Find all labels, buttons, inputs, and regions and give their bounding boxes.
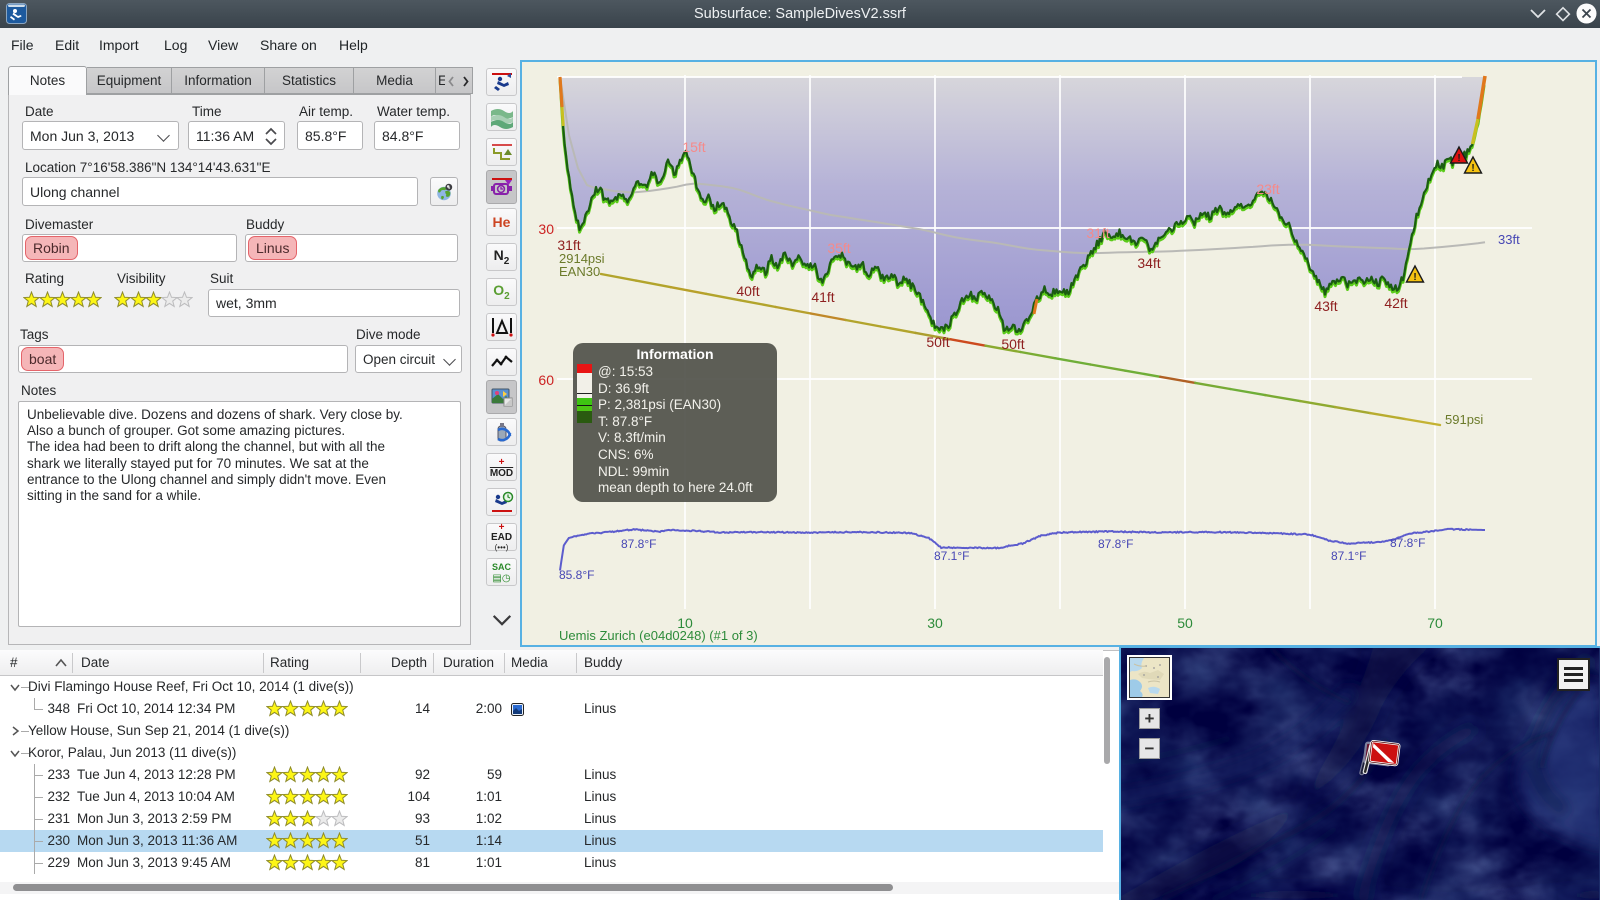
svg-text:31ft: 31ft	[1086, 225, 1109, 241]
svg-text:34ft: 34ft	[1137, 255, 1160, 271]
svg-text:50ft: 50ft	[926, 334, 949, 350]
svg-text:!: !	[1457, 153, 1460, 164]
svg-text:30: 30	[538, 221, 554, 237]
svg-text:!: !	[1413, 272, 1416, 283]
svg-text:33ft: 33ft	[1498, 232, 1520, 247]
svg-text:EAN30: EAN30	[559, 264, 600, 279]
svg-text:591psi: 591psi	[1445, 412, 1483, 427]
svg-text:60: 60	[538, 372, 554, 388]
svg-text:50: 50	[1177, 615, 1193, 631]
svg-text:40ft: 40ft	[736, 283, 759, 299]
svg-text:87:8°F: 87:8°F	[1390, 536, 1425, 550]
svg-text:87.8°F: 87.8°F	[621, 537, 656, 551]
svg-text:87.1°F: 87.1°F	[1331, 549, 1366, 563]
svg-text:42ft: 42ft	[1384, 295, 1407, 311]
svg-text:!: !	[1471, 163, 1474, 174]
svg-text:87.8°F: 87.8°F	[1098, 537, 1133, 551]
svg-text:15ft: 15ft	[682, 139, 705, 155]
svg-text:Uemis Zurich (e04d0248) (#1 of: Uemis Zurich (e04d0248) (#1 of 3)	[559, 628, 758, 643]
svg-text:70: 70	[1427, 615, 1443, 631]
svg-text:50ft: 50ft	[1001, 336, 1024, 352]
svg-text:87.1°F: 87.1°F	[934, 549, 969, 563]
svg-text:35ft: 35ft	[827, 240, 850, 256]
svg-text:30: 30	[927, 615, 943, 631]
svg-text:85.8°F: 85.8°F	[559, 568, 594, 582]
svg-text:43ft: 43ft	[1314, 298, 1337, 314]
svg-text:23ft: 23ft	[1256, 181, 1279, 197]
svg-text:41ft: 41ft	[811, 289, 834, 305]
